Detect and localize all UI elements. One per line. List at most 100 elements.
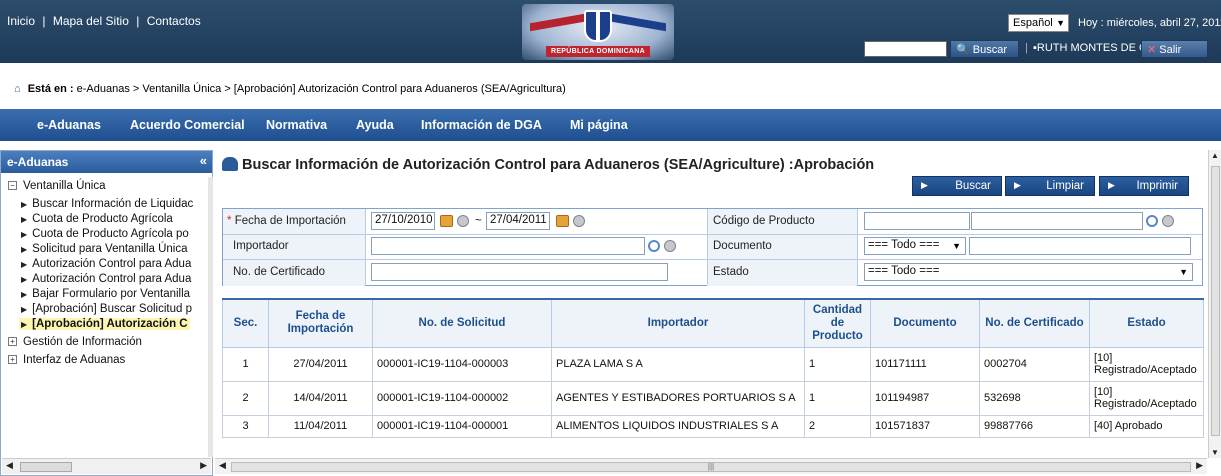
column-header-certificado[interactable]: No. de Certificado xyxy=(979,298,1090,348)
user-search-icon xyxy=(222,157,238,171)
sidebar-item-label: Autorización Control para Adua xyxy=(32,273,192,285)
scroll-thumb[interactable]: ||| xyxy=(231,462,1191,472)
clear-icon[interactable] xyxy=(573,215,585,227)
collapse-minus-icon[interactable]: − xyxy=(8,181,17,191)
scroll-thumb[interactable] xyxy=(1211,166,1220,436)
scroll-left-icon[interactable]: ◀ xyxy=(219,460,226,471)
sidebar-item[interactable]: ▶ Autorización Control para Adua xyxy=(21,258,191,270)
expand-plus-icon[interactable]: + xyxy=(8,337,17,347)
header-search-button[interactable]: 🔍 Buscar xyxy=(950,40,1019,58)
search-icon[interactable] xyxy=(1146,215,1158,227)
magnifier-icon: 🔍 xyxy=(956,44,970,56)
breadcrumb-path: e-Aduanas > Ventanilla Única > [Aprobaci… xyxy=(76,83,566,95)
nav-item-e-aduanas[interactable]: e-Aduanas xyxy=(37,118,101,132)
sidebar-item[interactable]: ▶ Cuota de Producto Agrícola po xyxy=(21,228,189,240)
certificado-field[interactable] xyxy=(371,263,668,281)
clear-button[interactable]: ▶ Limpiar xyxy=(1005,176,1095,196)
cell-solicitud[interactable]: 000001-IC19-1104-000001 xyxy=(372,414,552,438)
nav-item-acuerdo-comercial[interactable]: Acuerdo Comercial xyxy=(130,118,245,132)
language-select[interactable]: Español ▼ xyxy=(1008,14,1069,32)
table-row[interactable]: 3 11/04/2011 000001-IC19-1104-000001 ALI… xyxy=(222,414,1204,438)
cell-estado: [40] Aprobado xyxy=(1089,414,1204,438)
scroll-thumb[interactable] xyxy=(20,462,72,472)
column-header-sec[interactable]: Sec. xyxy=(222,298,269,348)
expand-plus-icon[interactable]: + xyxy=(8,355,17,365)
column-header-fecha[interactable]: Fecha de Importación xyxy=(268,298,373,348)
importador-field[interactable] xyxy=(371,237,645,255)
scroll-left-icon[interactable]: ◀ xyxy=(6,460,13,471)
arrow-right-icon: ▶ xyxy=(1108,180,1115,190)
link-separator: | xyxy=(42,14,46,28)
sidebar-horizontal-scrollbar[interactable]: ◀ ▶ xyxy=(2,458,211,474)
sidebar-section-ventanilla[interactable]: − Ventanilla Única xyxy=(8,180,105,192)
sidebar-item[interactable]: ▶ [Aprobación] Buscar Solicitud p xyxy=(21,303,192,315)
fecha-to-field[interactable]: 27/04/2011 xyxy=(486,212,550,230)
close-icon: ✕ xyxy=(1147,44,1157,56)
arrow-right-icon: ▶ xyxy=(21,260,28,269)
nav-item-normativa[interactable]: Normativa xyxy=(266,118,327,132)
main-vertical-scrollbar[interactable]: ▲ ▼ xyxy=(1208,150,1221,458)
sidebar-item[interactable]: ▶ Bajar Formulario por Ventanilla xyxy=(21,288,190,300)
dropdown-arrow-icon: ▼ xyxy=(952,241,961,251)
sidebar-item[interactable]: ▶ Buscar Información de Liquidac xyxy=(21,198,193,210)
nav-item-informacion-dga[interactable]: Información de DGA xyxy=(421,118,542,132)
link-mapa-del-sitio[interactable]: Mapa del Sitio xyxy=(53,14,129,28)
codigo-code-field[interactable] xyxy=(864,212,970,230)
print-button[interactable]: ▶ Imprimir xyxy=(1099,176,1189,196)
page-title: Buscar Información de Autorización Contr… xyxy=(222,157,874,173)
main-horizontal-scrollbar[interactable]: ◀ ||| ▶ xyxy=(215,458,1207,474)
cell-solicitud[interactable]: 000001-IC19-1104-000002 xyxy=(372,380,552,416)
nav-item-mi-pagina[interactable]: Mi página xyxy=(570,118,628,132)
arrow-right-icon: ▶ xyxy=(21,215,28,224)
sidebar-item[interactable]: ▶ Cuota de Producto Agrícola xyxy=(21,213,173,225)
fecha-from-field[interactable]: 27/10/2010 xyxy=(371,212,435,230)
results-table: Sec. Fecha de Importación No. de Solicit… xyxy=(222,298,1204,438)
clear-icon[interactable] xyxy=(1162,215,1174,227)
cell-documento: 101194987 xyxy=(870,380,980,416)
sidebar-group-gestion[interactable]: + Gestión de Información xyxy=(8,336,142,348)
table-row[interactable]: 1 27/04/2011 000001-IC19-1104-000003 PLA… xyxy=(222,346,1204,382)
cell-importador: PLAZA LAMA S A xyxy=(551,346,805,382)
clear-icon[interactable] xyxy=(664,240,676,252)
column-header-cantidad[interactable]: Cantidad de Producto xyxy=(804,298,871,348)
search-button[interactable]: ▶ Buscar xyxy=(912,176,1002,196)
search-icon[interactable] xyxy=(648,240,660,252)
link-inicio[interactable]: Inicio xyxy=(7,14,35,28)
sidebar-item-active[interactable]: ▶ [Aprobación] Autorización C xyxy=(19,318,190,330)
header-search-input[interactable] xyxy=(864,41,947,57)
home-icon[interactable]: ⌂ xyxy=(14,83,21,95)
scroll-right-icon[interactable]: ▶ xyxy=(1196,460,1203,471)
nav-item-ayuda[interactable]: Ayuda xyxy=(356,118,394,132)
print-button-label: Imprimir xyxy=(1136,180,1178,192)
sidebar-group-interfaz[interactable]: + Interfaz de Aduanas xyxy=(8,354,125,366)
calendar-icon[interactable] xyxy=(556,215,569,227)
column-header-estado[interactable]: Estado xyxy=(1089,298,1204,348)
table-row[interactable]: 2 14/04/2011 000001-IC19-1104-000002 AGE… xyxy=(222,380,1204,416)
scroll-down-icon[interactable]: ▼ xyxy=(1211,448,1219,457)
sidebar-vertical-scrollbar[interactable] xyxy=(208,177,213,457)
collapse-icon[interactable]: « xyxy=(200,153,207,168)
clear-icon[interactable] xyxy=(457,215,469,227)
column-header-importador[interactable]: Importador xyxy=(551,298,805,348)
sidebar-item-label: Cuota de Producto Agrícola xyxy=(32,213,173,225)
form-divider xyxy=(857,209,858,285)
column-header-documento[interactable]: Documento xyxy=(870,298,980,348)
scroll-right-icon[interactable]: ▶ xyxy=(200,460,207,471)
documento-field[interactable] xyxy=(969,237,1191,255)
column-header-solicitud[interactable]: No. de Solicitud xyxy=(372,298,552,348)
sidebar-section-label: Ventanilla Única xyxy=(23,180,106,192)
arrow-right-icon: ▶ xyxy=(21,305,28,314)
link-contactos[interactable]: Contactos xyxy=(147,14,201,28)
documento-select[interactable]: === Todo === ▼ xyxy=(864,237,966,255)
logout-button[interactable]: ✕ Salir xyxy=(1141,40,1208,58)
sidebar-item[interactable]: ▶ Autorización Control para Adua xyxy=(21,273,191,285)
form-divider xyxy=(365,209,366,285)
estado-select[interactable]: === Todo === ▼ xyxy=(864,263,1193,281)
cell-solicitud[interactable]: 000001-IC19-1104-000003 xyxy=(372,346,552,382)
sidebar-item[interactable]: ▶ Solicitud para Ventanilla Única xyxy=(21,243,188,255)
calendar-icon[interactable] xyxy=(440,215,453,227)
scroll-up-icon[interactable]: ▲ xyxy=(1211,151,1219,160)
top-header: Inicio | Mapa del Sitio | Contactos REPÚ… xyxy=(0,0,1221,63)
documento-select-value: === Todo === xyxy=(868,239,940,251)
codigo-name-field[interactable] xyxy=(971,212,1143,230)
